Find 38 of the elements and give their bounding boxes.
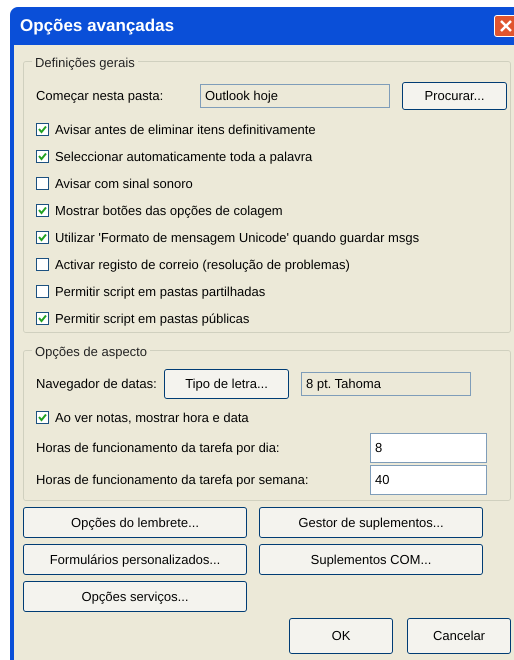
dialog-button[interactable]: Gestor de suplementos...	[259, 507, 483, 538]
dialog-button[interactable]: Opções do lembrete...	[23, 507, 247, 538]
checkbox-label: Permitir script em pastas públicas	[55, 310, 250, 328]
checkbox[interactable]	[36, 204, 49, 217]
field-label: Começar nesta pasta:	[36, 87, 164, 106]
browse-button[interactable]: Procurar...	[402, 82, 507, 110]
input-field[interactable]: 8	[370, 433, 487, 463]
checkbox-label: Activar registo de correio (resolução de problemas)	[55, 256, 350, 274]
checkbox-label: Permitir script em pastas partilhadas	[55, 282, 266, 301]
checkbox-label: Ao ver notas, mostrar hora e data	[55, 408, 249, 427]
field-label: Navegador de datas:	[36, 375, 158, 394]
close-button[interactable]	[494, 15, 514, 37]
dialog-button[interactable]: Opções serviços...	[23, 581, 247, 612]
checkbox-label: Seleccionar automaticamente toda a palavra	[55, 148, 312, 166]
close-icon	[499, 19, 513, 33]
checkbox[interactable]	[36, 177, 49, 190]
checkbox[interactable]	[36, 285, 49, 298]
checkbox[interactable]	[36, 312, 49, 325]
checkbox-label: Avisar antes de eliminar itens definitivamente	[55, 120, 316, 139]
font-button[interactable]: Tipo de letra...	[164, 369, 289, 399]
dialog-button[interactable]: Formulários personalizados...	[23, 544, 247, 575]
checkbox[interactable]	[36, 258, 49, 271]
dialog-button[interactable]: OK	[289, 618, 393, 654]
checkbox-label: Avisar com sinal sonoro	[55, 174, 193, 193]
field-label: Horas de funcionamento da tarefa por dia:	[36, 439, 281, 458]
folder-field: Outlook hoje	[200, 84, 390, 108]
font-field: 8 pt. Tahoma	[301, 372, 471, 396]
checkbox[interactable]	[36, 231, 49, 244]
dialog-button[interactable]: Suplementos COM...	[259, 544, 483, 575]
checkbox-label: Utilizar 'Formato de mensagem Unicode' quando guardar msgs	[55, 228, 420, 247]
window-title: Opções avançadas	[20, 15, 174, 38]
checkbox[interactable]	[36, 411, 49, 424]
field-label: Horas de funcionamento da tarefa por semana:	[36, 471, 310, 490]
input-field[interactable]: 40	[370, 465, 487, 495]
checkbox-label: Mostrar botões das opções de colagem	[55, 202, 283, 220]
checkbox[interactable]	[36, 123, 49, 136]
checkbox[interactable]	[36, 150, 49, 163]
dialog-button[interactable]: Cancelar	[407, 618, 511, 654]
